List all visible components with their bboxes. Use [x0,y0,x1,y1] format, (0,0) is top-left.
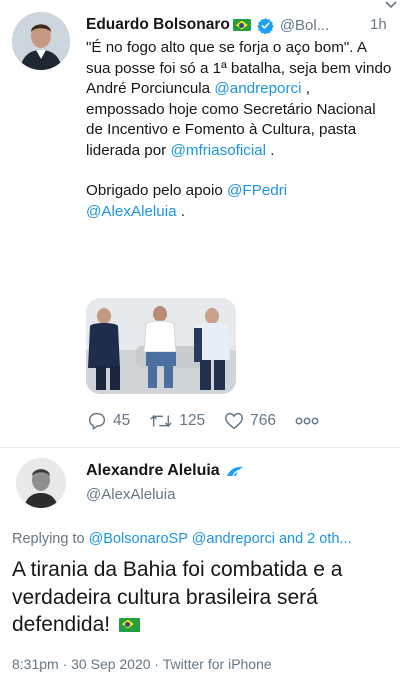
more-icon [295,417,319,425]
avatar[interactable] [16,458,66,508]
avatar-photo [12,12,70,70]
replying-prefix: Replying to [12,531,89,547]
tweet-text-part: . [176,202,186,220]
retweet-count: 125 [179,412,206,429]
retweet-icon [150,415,172,427]
mention-link[interactable]: @mfriasoficial [170,142,266,159]
divider [0,447,400,448]
author-name[interactable]: Alexandre Aleluia [86,462,220,480]
tweet-timestamp[interactable]: 8:31pm · 30 Sep 2020 · Twitter for iPhon… [12,656,272,672]
tweet-actions: 45 125 766 [86,404,343,438]
tweet-photo[interactable] [86,298,236,394]
author-handle[interactable]: @Bol... [280,17,329,34]
avatar-photo [16,458,66,508]
verified-badge-icon [257,17,274,34]
mention-link[interactable]: @AlexAleluia [86,203,177,220]
birdwatch-badge-icon [226,466,243,477]
more-button[interactable] [294,416,325,426]
parent-tweet[interactable]: Eduardo Bolsonaro @Bol... 1h "É no fogo … [0,0,400,450]
photo-image [86,298,236,394]
like-button[interactable]: 766 [223,410,276,432]
brazil-flag-icon [118,618,140,632]
reply-text: A tirania da Bahia foi combatida e a ver… [12,556,392,639]
author-name[interactable]: Eduardo Bolsonaro [86,16,230,34]
brazil-flag-icon [232,19,251,31]
tweet-text-part: . [266,141,275,159]
reply-count: 45 [113,412,131,429]
author-handle[interactable]: @AlexAleluia [86,486,175,503]
like-icon [225,412,244,430]
tweet-text-part: Obrigado pelo apoio [86,182,228,199]
replying-to: Replying to @BolsonaroSP @andreporci and… [12,531,390,547]
reply-icon [88,412,106,430]
mention-link[interactable]: @FPedri [227,182,287,199]
replying-to-links[interactable]: @BolsonaroSP @andreporci and 2 oth... [89,531,352,547]
avatar[interactable] [12,12,70,70]
reply-text-content: A tirania da Bahia foi combatida e a ver… [12,558,343,636]
retweet-button[interactable]: 125 [148,410,205,432]
reply-button[interactable]: 45 [86,410,130,432]
tweet-text: "É no fogo alto que se forja o aço bom".… [86,38,392,222]
like-count: 766 [250,412,276,429]
tweet-time[interactable]: 1h [370,16,387,33]
chevron-down-icon[interactable] [383,0,399,12]
mention-link[interactable]: @andreporci [214,80,301,97]
